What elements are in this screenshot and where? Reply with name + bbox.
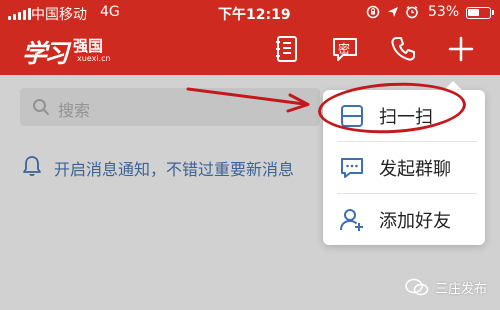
notebook-icon[interactable] [272, 34, 302, 64]
menu-item-group-chat[interactable]: 发起群聊 [323, 142, 485, 193]
watermark-text: 三庄发布 [435, 282, 488, 297]
menu-item-label: 发起群聊 [379, 159, 451, 180]
battery-icon [466, 7, 491, 19]
app-header: 中国移动 4G 下午12:19 53% 学习 强国 xuexi.cn 密 [0, 0, 500, 75]
rotation-lock-icon [366, 5, 380, 19]
battery-percent: 53% [428, 4, 460, 20]
network-type: 4G [100, 4, 120, 20]
logo-script: 学习 [22, 39, 69, 68]
secret-chat-label: 密 [338, 42, 351, 56]
logo-subtext: xuexi.cn [77, 54, 111, 63]
location-icon [388, 7, 398, 17]
status-bar: 中国移动 4G 下午12:19 53% [0, 0, 500, 26]
alarm-icon [406, 5, 418, 19]
app-logo: 学习 强国 xuexi.cn [22, 32, 111, 68]
add-friend-icon [340, 209, 363, 231]
logo-text: 强国 [73, 37, 104, 55]
wechat-icon [405, 278, 429, 296]
annotation-arrow [186, 87, 310, 113]
battery-level [468, 9, 479, 16]
status-time: 下午12:19 [218, 7, 291, 23]
plus-icon[interactable] [446, 34, 476, 64]
phone-icon[interactable] [388, 34, 418, 64]
group-chat-icon [341, 158, 363, 178]
menu-item-add-friend[interactable]: 添加好友 [323, 194, 485, 245]
signal-icon [8, 8, 31, 20]
battery-cap [492, 10, 494, 15]
secret-chat-button[interactable]: 密 [330, 34, 360, 64]
carrier-name: 中国移动 [31, 7, 87, 23]
menu-item-label: 添加好友 [379, 211, 451, 232]
